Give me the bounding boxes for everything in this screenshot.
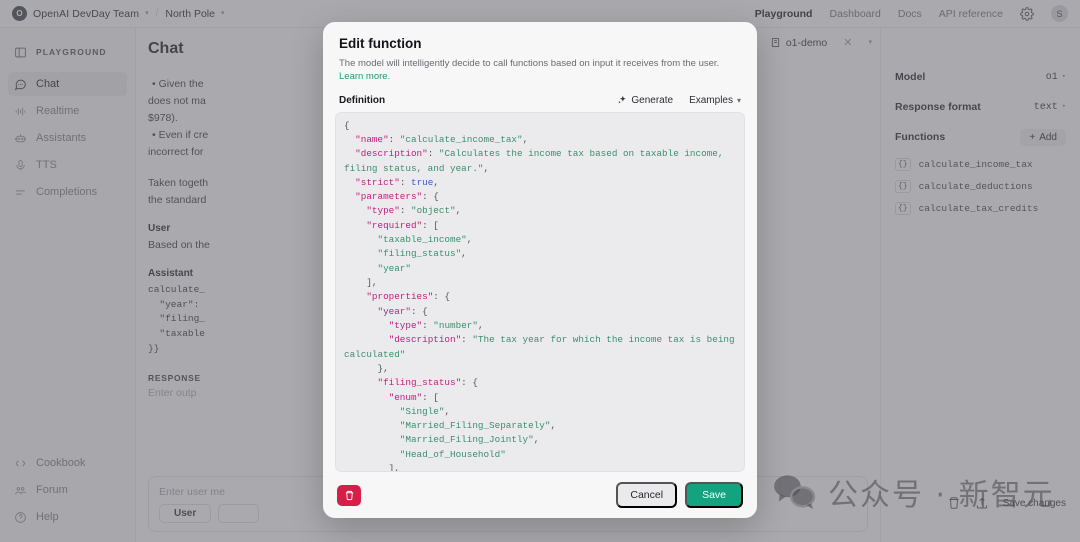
- examples-button[interactable]: Examples ▾: [689, 95, 741, 106]
- definition-label: Definition: [339, 95, 385, 106]
- modal-title: Edit function: [339, 36, 741, 51]
- definition-code-editor[interactable]: { "name": "calculate_income_tax", "descr…: [335, 112, 745, 472]
- trash-icon[interactable]: [947, 496, 961, 510]
- chevron-down-icon: ▾: [737, 96, 741, 105]
- generate-label: Generate: [631, 95, 673, 106]
- definition-code-text: { "name": "calculate_income_tax", "descr…: [344, 119, 736, 472]
- cancel-button[interactable]: Cancel: [616, 482, 677, 508]
- edit-function-modal: Edit function The model will intelligent…: [323, 22, 757, 518]
- generate-button[interactable]: Generate: [617, 95, 673, 106]
- save-changes-bar: Save changes: [947, 496, 1066, 510]
- definition-actions: Generate Examples ▾: [617, 95, 741, 106]
- app-root: O OpenAI DevDay Team ▾ / North Pole ▾ Pl…: [0, 0, 1080, 542]
- delete-function-button[interactable]: [337, 485, 361, 506]
- examples-label: Examples: [689, 95, 733, 106]
- trash-icon: [344, 490, 355, 501]
- modal-subtitle: The model will intelligently decide to c…: [339, 57, 741, 84]
- sparkle-icon: [617, 95, 627, 105]
- save-button[interactable]: Save: [685, 482, 743, 508]
- save-changes-label: Save changes: [1003, 498, 1066, 509]
- modal-header: Edit function The model will intelligent…: [323, 22, 757, 84]
- definition-toolbar: Definition Generate Examples ▾: [323, 84, 757, 112]
- modal-subtitle-text: The model will intelligently decide to c…: [339, 58, 719, 69]
- modal-footer: Cancel Save: [323, 472, 757, 518]
- learn-more-link[interactable]: Learn more.: [339, 71, 390, 82]
- upload-icon[interactable]: [975, 496, 989, 510]
